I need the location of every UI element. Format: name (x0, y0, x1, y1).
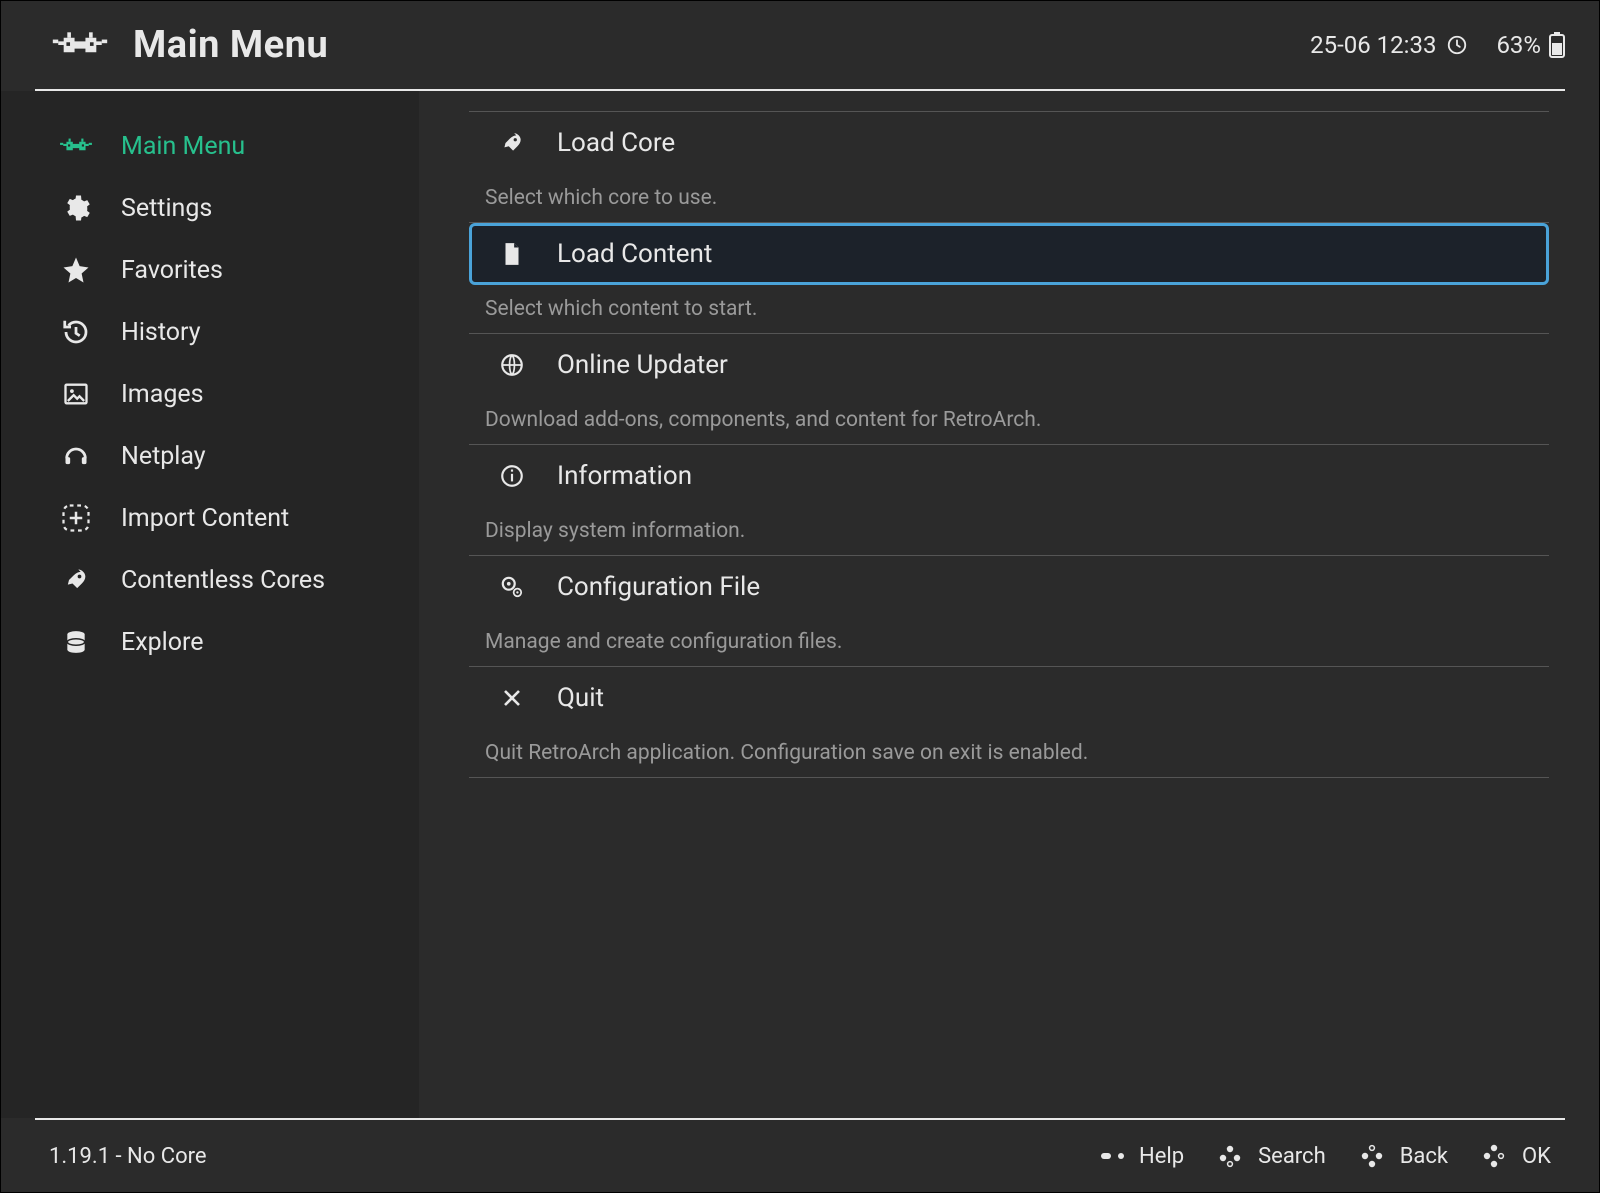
menu-item-configuration-file[interactable]: Configuration File (469, 556, 1549, 618)
battery-icon (1549, 32, 1565, 58)
image-icon (59, 377, 93, 411)
hint-label: Help (1139, 1144, 1184, 1169)
hint-help[interactable]: Help (1099, 1144, 1184, 1169)
rocket-icon (59, 563, 93, 597)
retroarch-tiny-icon (59, 129, 93, 163)
hint-search[interactable]: Search (1218, 1144, 1326, 1169)
sidebar-item-label: Explore (121, 628, 203, 657)
retroarch-logo-icon (51, 32, 113, 58)
sidebar: Main Menu Settings Favorites History (1, 91, 419, 1118)
menu-item-label: Load Content (557, 239, 712, 269)
menu-item-information[interactable]: Information (469, 445, 1549, 507)
close-icon (497, 683, 527, 713)
sidebar-item-label: Import Content (121, 504, 289, 533)
dpad-icon (1360, 1144, 1390, 1168)
menu-item-desc: Display system information. (469, 507, 1549, 555)
hint-label: Back (1400, 1144, 1448, 1169)
datetime-text: 25-06 12:33 (1310, 31, 1436, 59)
dpad-icon (1482, 1144, 1512, 1168)
status-area: 25-06 12:33 63% (1310, 31, 1565, 59)
page-title: Main Menu (133, 23, 328, 67)
database-icon (59, 625, 93, 659)
sidebar-item-favorites[interactable]: Favorites (1, 239, 419, 301)
sidebar-item-label: Favorites (121, 256, 223, 285)
sidebar-item-label: History (121, 318, 201, 347)
menu-item-label: Load Core (557, 128, 675, 158)
clock-icon (1446, 34, 1468, 56)
sidebar-item-history[interactable]: History (1, 301, 419, 363)
sidebar-item-images[interactable]: Images (1, 363, 419, 425)
gear-icon (59, 191, 93, 225)
info-icon (497, 461, 527, 491)
sidebar-item-contentless-cores[interactable]: Contentless Cores (1, 549, 419, 611)
footer: 1.19.1 - No Core Help Search Back (1, 1120, 1599, 1192)
sidebar-item-label: Main Menu (121, 132, 245, 161)
sidebar-item-settings[interactable]: Settings (1, 177, 419, 239)
menu-item-label: Quit (557, 683, 604, 713)
hint-label: OK (1522, 1144, 1551, 1169)
menu-item-quit[interactable]: Quit (469, 667, 1549, 729)
dpad-icon (1218, 1144, 1248, 1168)
menu-item-online-updater[interactable]: Online Updater (469, 334, 1549, 396)
sidebar-item-import-content[interactable]: Import Content (1, 487, 419, 549)
star-icon (59, 253, 93, 287)
menu-item-desc: Download add-ons, components, and conten… (469, 396, 1549, 444)
sidebar-item-netplay[interactable]: Netplay (1, 425, 419, 487)
battery-text: 63% (1496, 31, 1541, 59)
hint-label: Search (1258, 1144, 1326, 1169)
sidebar-item-label: Images (121, 380, 204, 409)
file-icon (497, 239, 527, 269)
sidebar-item-label: Netplay (121, 442, 206, 471)
sidebar-item-label: Contentless Cores (121, 566, 325, 595)
sidebar-item-main-menu[interactable]: Main Menu (1, 115, 419, 177)
two-dots-icon (1099, 1144, 1129, 1168)
menu-item-desc: Quit RetroArch application. Configuratio… (469, 729, 1549, 777)
menu-item-label: Online Updater (557, 350, 728, 380)
import-plus-icon (59, 501, 93, 535)
menu-item-desc: Select which core to use. (469, 174, 1549, 222)
main-panel: Load Core Select which core to use. Load… (419, 91, 1599, 1118)
menu-item-load-core[interactable]: Load Core (469, 112, 1549, 174)
menu-item-label: Configuration File (557, 572, 760, 602)
gears-icon (497, 572, 527, 602)
version-core-text: 1.19.1 - No Core (49, 1144, 1099, 1169)
menu-item-desc: Select which content to start. (469, 285, 1549, 333)
globe-icon (497, 350, 527, 380)
menu-item-label: Information (557, 461, 692, 491)
history-icon (59, 315, 93, 349)
hint-ok[interactable]: OK (1482, 1144, 1551, 1169)
header: Main Menu 25-06 12:33 63% (1, 1, 1599, 89)
headset-icon (59, 439, 93, 473)
menu-item-load-content[interactable]: Load Content (469, 223, 1549, 285)
sidebar-item-explore[interactable]: Explore (1, 611, 419, 673)
sidebar-item-label: Settings (121, 194, 212, 223)
hint-back[interactable]: Back (1360, 1144, 1448, 1169)
menu-item-desc: Manage and create configuration files. (469, 618, 1549, 666)
rocket-icon (497, 128, 527, 158)
